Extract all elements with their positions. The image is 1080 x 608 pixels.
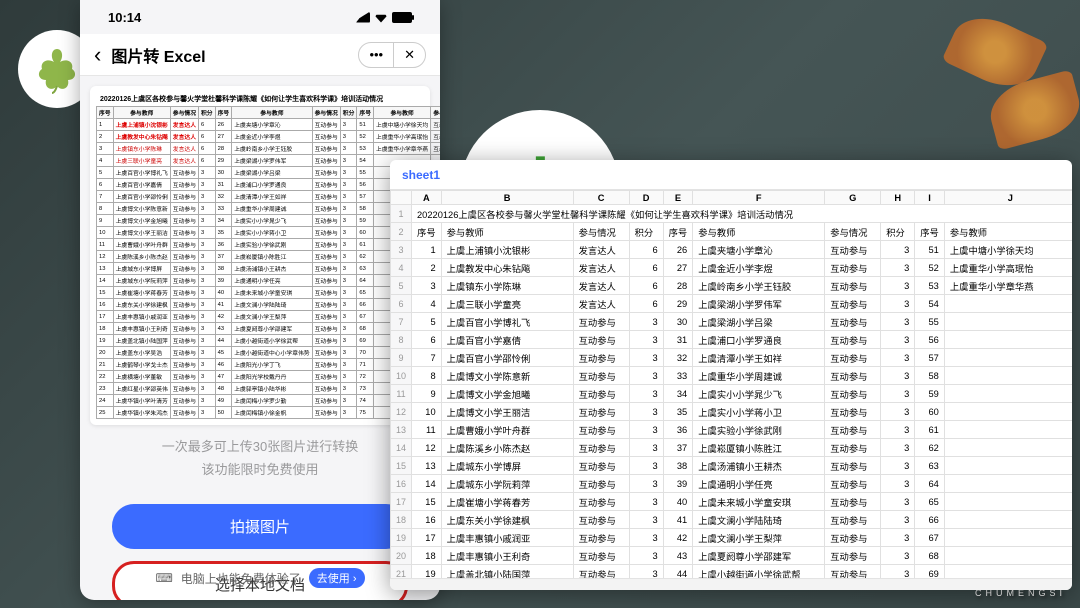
scan-title: 20220126上虞区各校参与馨火学堂杜馨科学课陈耀《如何让学生喜欢科学课》培训… [96, 92, 424, 106]
excel-viewer: sheet1 ABCDEFGHIJKLMN120220126上虞区各校参与馨火学… [390, 160, 1072, 590]
close-button[interactable]: ✕ [394, 43, 425, 67]
phone-panel: 10:14 ‹ 图片转 Excel ••• ✕ 20220126上虞区各校参与馨… [80, 0, 440, 600]
clock: 10:14 [108, 10, 141, 25]
hint-text: 一次最多可上传30张图片进行转换 该功能限时免费使用 [80, 435, 440, 482]
back-button[interactable]: ‹ [94, 42, 101, 68]
take-photo-button[interactable]: 拍摄图片 [112, 504, 408, 549]
go-use-button[interactable]: 去使用 › [309, 568, 365, 588]
signal-icon [356, 12, 370, 23]
horizontal-scrollbar[interactable] [390, 578, 1072, 590]
titlebar: ‹ 图片转 Excel ••• ✕ [80, 34, 440, 76]
footer-text: 电脑上也能免费体验了 [181, 570, 301, 587]
more-button[interactable]: ••• [359, 43, 394, 67]
pc-icon: ⌨ [155, 571, 172, 585]
sheet-scroll[interactable]: ABCDEFGHIJKLMN120220126上虞区各校参与馨火学堂杜馨科学课陈… [390, 190, 1072, 578]
battery-icon [392, 12, 412, 23]
page-title: 图片转 Excel [111, 43, 348, 67]
spreadsheet[interactable]: ABCDEFGHIJKLMN120220126上虞区各校参与馨火学堂杜馨科学课陈… [390, 190, 1072, 578]
sheet-tab[interactable]: sheet1 [402, 168, 440, 182]
status-bar: 10:14 [80, 0, 440, 34]
footer-bar: ⌨ 电脑上也能免费体验了 去使用 › ✕ [80, 568, 440, 588]
preview-scan[interactable]: 20220126上虞区各校参与馨火学堂杜馨科学课陈耀《如何让学生喜欢科学课》培训… [90, 86, 430, 425]
scan-table: 序号参与教师参与情况积分序号参与教师参与情况积分序号参与教师参与情况积分1上虞上… [96, 106, 440, 419]
wifi-icon [374, 12, 388, 23]
